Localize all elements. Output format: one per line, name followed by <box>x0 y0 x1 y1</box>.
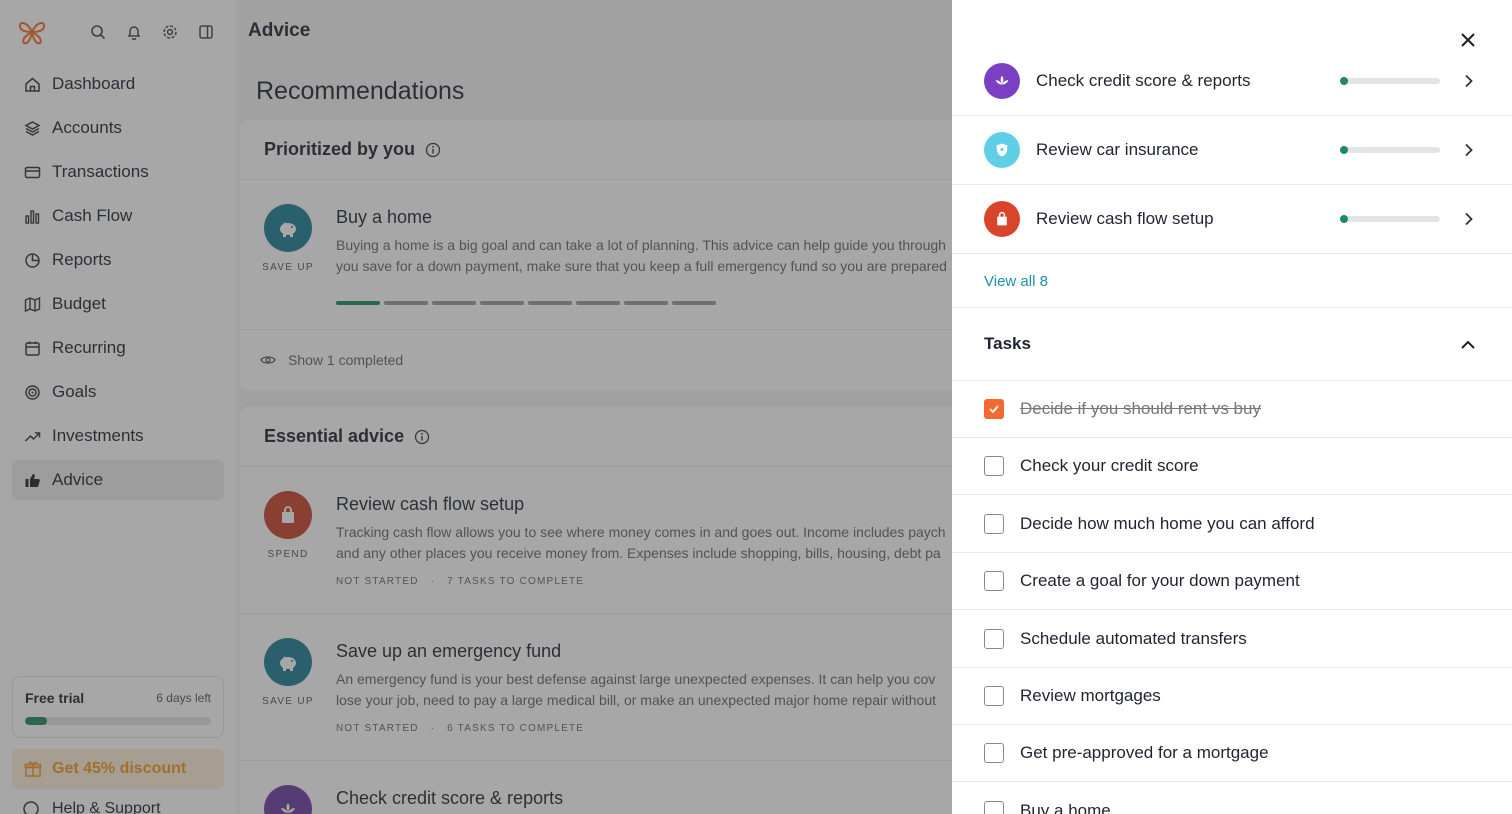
check-icon <box>989 405 999 414</box>
tasks-title: Tasks <box>984 334 1031 353</box>
task-label: Check your credit score <box>1020 456 1199 476</box>
task-row[interactable]: Check your credit score <box>952 438 1512 496</box>
related-advice-label: Review cash flow setup <box>1036 209 1214 228</box>
task-checkbox[interactable] <box>984 800 1004 814</box>
task-label: Decide if you should rent vs buy <box>1020 399 1261 418</box>
related-advice-car-insurance[interactable]: Review car insurance <box>952 116 1512 185</box>
task-row[interactable]: Create a goal for your down payment <box>952 553 1512 611</box>
task-checkbox[interactable] <box>984 399 1004 419</box>
related-advice-label: Check credit score & reports <box>1036 71 1251 90</box>
chevron-right-icon <box>1465 74 1473 88</box>
task-checkbox[interactable] <box>984 628 1004 649</box>
related-advice-cash-flow[interactable]: Review cash flow setup <box>952 185 1512 254</box>
chevron-up-icon <box>1461 340 1475 349</box>
task-label: Review mortgages <box>1020 686 1161 705</box>
task-row[interactable]: Decide how much home you can afford <box>952 496 1512 553</box>
task-checkbox[interactable] <box>984 456 1004 477</box>
related-advice-progress <box>1340 146 1440 154</box>
tasks-section-header[interactable]: Tasks <box>952 307 1512 381</box>
related-advice-credit-score[interactable]: Check credit score & reports <box>952 47 1512 116</box>
shield-icon <box>984 132 1020 168</box>
chevron-right-icon <box>1465 143 1473 157</box>
advice-detail-panel: Check credit score & reports Review car … <box>952 0 1512 814</box>
task-row[interactable]: Buy a home <box>952 783 1512 814</box>
task-label: Schedule automated transfers <box>1020 628 1247 648</box>
shopping-bag-icon <box>984 201 1020 237</box>
task-row[interactable]: Review mortgages <box>952 668 1512 725</box>
related-advice-progress <box>1340 215 1440 223</box>
task-checkbox[interactable] <box>984 686 1004 706</box>
task-label: Decide how much home you can afford <box>1020 513 1315 533</box>
lotus-icon <box>984 63 1020 99</box>
task-row[interactable]: Decide if you should rent vs buy <box>952 381 1512 438</box>
task-row[interactable]: Schedule automated transfers <box>952 611 1512 668</box>
modal-backdrop[interactable] <box>0 0 952 814</box>
task-checkbox[interactable] <box>984 743 1004 764</box>
related-advice-label: Review car insurance <box>1036 140 1199 159</box>
related-advice-progress <box>1340 77 1440 85</box>
task-row[interactable]: Get pre-approved for a mortgage <box>952 725 1512 783</box>
view-all-link[interactable]: View all 8 <box>984 273 1048 290</box>
task-label: Get pre-approved for a mortgage <box>1020 743 1269 763</box>
task-label: Create a goal for your down payment <box>1020 571 1300 591</box>
task-checkbox[interactable] <box>984 513 1004 534</box>
progress-dot <box>1340 77 1348 85</box>
chevron-right-icon <box>1465 212 1473 226</box>
progress-dot <box>1340 215 1348 223</box>
task-checkbox[interactable] <box>984 571 1004 592</box>
task-label: Buy a home <box>1020 800 1111 814</box>
progress-dot <box>1340 146 1348 154</box>
